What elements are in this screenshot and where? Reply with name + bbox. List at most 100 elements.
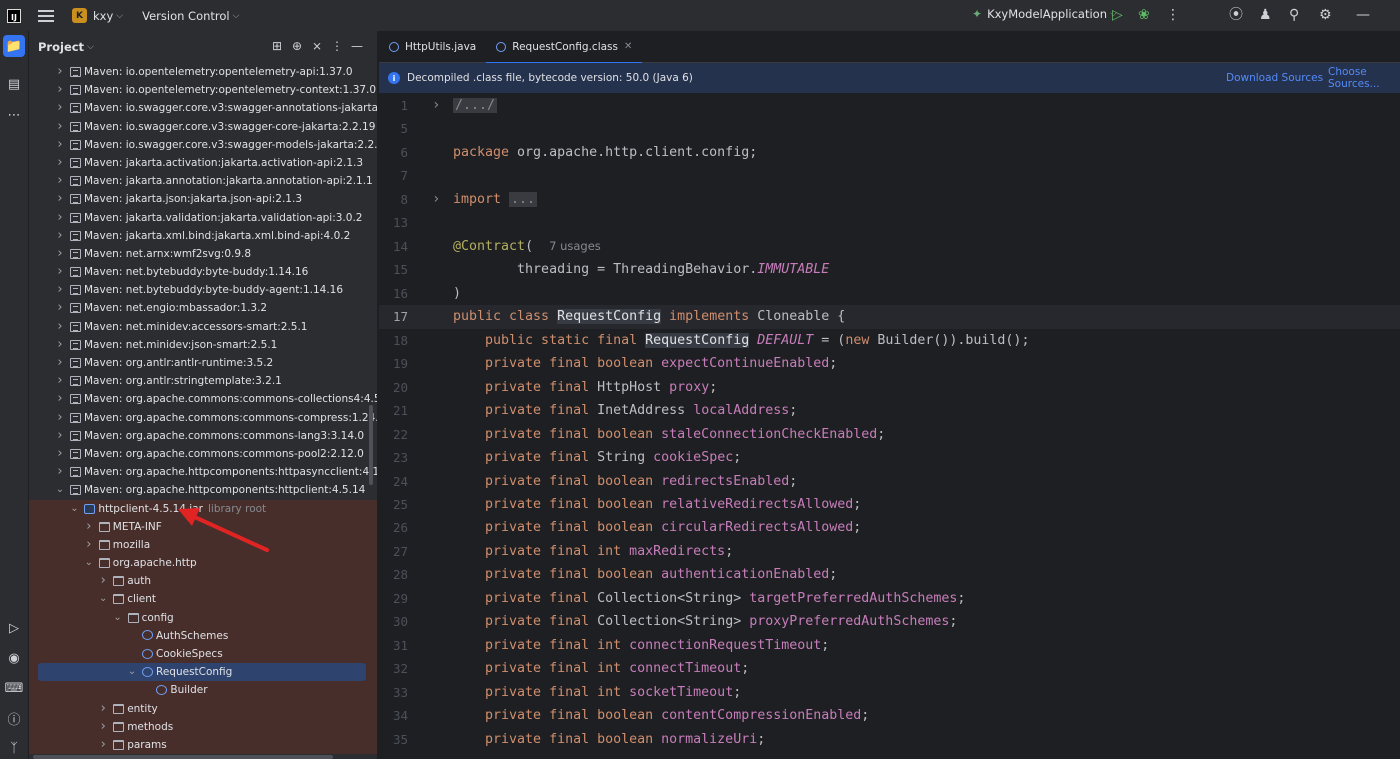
options-icon[interactable]: ⋮	[327, 39, 347, 53]
main-menu-icon[interactable]	[38, 9, 54, 22]
chevron-right-icon[interactable]: ›	[55, 390, 65, 408]
tree-item[interactable]: › methods	[29, 717, 377, 736]
chevron-down-icon[interactable]: ⌵	[87, 42, 94, 52]
chevron-right-icon[interactable]: ›	[55, 445, 65, 463]
version-control-menu[interactable]: Version Control ⌵	[142, 9, 239, 23]
chevron-right-icon[interactable]: ›	[55, 336, 65, 354]
search-icon[interactable]: ⚲	[1289, 7, 1299, 23]
tree-item[interactable]: › Maven: jakarta.validation:jakarta.valid…	[29, 209, 377, 227]
more-actions-icon[interactable]: ⋮	[1166, 7, 1180, 23]
tree-item[interactable]: › Maven: jakarta.json:jakarta.json-api:2.…	[29, 190, 377, 208]
chevron-right-icon[interactable]: ›	[98, 718, 108, 736]
chevron-right-icon[interactable]: ›	[55, 81, 65, 99]
hide-panel-icon[interactable]: —	[347, 39, 367, 53]
tree-item[interactable]: › Maven: jakarta.activation:jakarta.activ…	[29, 154, 377, 172]
chevron-right-icon[interactable]: ›	[55, 209, 65, 227]
download-sources-link[interactable]: Download Sources	[1226, 72, 1323, 84]
chevron-down-icon[interactable]: ⌄	[69, 500, 79, 518]
chevron-right-icon[interactable]: ›	[84, 536, 94, 554]
code-line[interactable]: 27 private final int maxRedirects;	[379, 540, 1400, 563]
code-line[interactable]: 15 threading = ThreadingBehavior.IMMUTAB…	[379, 258, 1400, 281]
tree-item[interactable]: › META-INF	[29, 517, 377, 536]
project-switcher[interactable]: K kxy ⌵	[72, 8, 123, 23]
chevron-right-icon[interactable]: ›	[55, 118, 65, 136]
tree-item[interactable]: › Maven: org.antlr:stringtemplate:3.2.1	[29, 372, 377, 390]
code-line[interactable]: 23 private final String cookieSpec;	[379, 446, 1400, 469]
tree-item[interactable]: ⌄ httpclient-4.5.14.jar library root	[29, 499, 377, 518]
select-opened-file-icon[interactable]: ⊕	[287, 39, 307, 53]
more-tools-icon[interactable]: ⋯	[3, 104, 25, 126]
code-line[interactable]: 28 private final boolean authenticationE…	[379, 563, 1400, 586]
close-icon[interactable]: ✕	[624, 41, 632, 52]
chevron-down-icon[interactable]: ⌄	[84, 554, 94, 572]
tree-item[interactable]: › Maven: net.arnx:wmf2svg:0.9.8	[29, 245, 377, 263]
code-line[interactable]: 19 private final boolean expectContinueE…	[379, 352, 1400, 375]
tree-item[interactable]: › Maven: net.minidev:json-smart:2.5.1	[29, 336, 377, 354]
tree-item[interactable]: › Maven: org.antlr:antlr-runtime:3.5.2	[29, 354, 377, 372]
tree-item[interactable]: › Maven: io.swagger.core.v3:swagger-model…	[29, 136, 377, 154]
code-line[interactable]: 30 private final Collection<String> prox…	[379, 610, 1400, 633]
tree-item[interactable]: › Maven: io.opentelemetry:opentelemetry-a…	[29, 63, 377, 81]
code-line[interactable]: 25 private final boolean relativeRedirec…	[379, 493, 1400, 516]
fold-chevron-icon[interactable]: ›	[432, 188, 440, 211]
chevron-down-icon[interactable]: ⌄	[55, 481, 65, 499]
code-line[interactable]: 31 private final int connectionRequestTi…	[379, 634, 1400, 657]
chevron-right-icon[interactable]: ›	[55, 354, 65, 372]
code-line[interactable]: 17 public class RequestConfig implements …	[379, 305, 1400, 329]
code-line[interactable]: 22 private final boolean staleConnection…	[379, 423, 1400, 446]
fold-chevron-icon[interactable]: ›	[432, 94, 440, 117]
code-line[interactable]: 14 @Contract( 7 usages	[379, 235, 1400, 258]
run-icon[interactable]: ▷	[1112, 7, 1123, 23]
tree-item[interactable]: › Maven: net.engio:mbassador:1.3.2	[29, 299, 377, 317]
code-line[interactable]: 33 private final int socketTimeout;	[379, 681, 1400, 704]
code-line[interactable]: 29 private final Collection<String> targ…	[379, 587, 1400, 610]
account-icon[interactable]: ♟	[1259, 7, 1272, 23]
chevron-right-icon[interactable]: ›	[55, 63, 65, 81]
chevron-right-icon[interactable]: ›	[55, 172, 65, 190]
structure-tool-icon[interactable]: ▤	[3, 73, 25, 95]
tree-item[interactable]: › Maven: io.swagger.core.v3:swagger-annot…	[29, 99, 377, 117]
tree-item[interactable]: ⌄ config	[29, 608, 377, 627]
chevron-right-icon[interactable]: ›	[55, 299, 65, 317]
chevron-right-icon[interactable]: ›	[55, 245, 65, 263]
choose-sources-link[interactable]: Choose Sources...	[1328, 66, 1400, 90]
tree-item[interactable]: › mozilla	[29, 535, 377, 555]
tab-httputils-java[interactable]: HttpUtils.java	[379, 31, 486, 63]
tree-item[interactable]: › Maven: jakarta.annotation:jakarta.annot…	[29, 172, 377, 190]
minimize-window-icon[interactable]: —	[1356, 7, 1370, 23]
ai-assistant-icon[interactable]: ⦿	[1229, 7, 1243, 23]
settings-gear-icon[interactable]: ⚙	[1319, 7, 1332, 23]
chevron-right-icon[interactable]: ›	[55, 281, 65, 299]
chevron-right-icon[interactable]: ›	[55, 154, 65, 172]
tree-item[interactable]: › Maven: org.apache.commons:commons-pool2…	[29, 445, 377, 463]
add-file-icon[interactable]: ⊞	[267, 39, 287, 53]
chevron-right-icon[interactable]: ›	[55, 136, 65, 154]
tree-item[interactable]: › Maven: jakarta.xml.bind:jakarta.xml.bin…	[29, 227, 377, 245]
tree-item[interactable]: Builder	[29, 681, 377, 700]
chevron-down-icon[interactable]: ⌄	[98, 590, 108, 608]
tree-item[interactable]: › Maven: org.apache.commons:commons-colle…	[29, 390, 377, 408]
services-tool-icon[interactable]: ◉	[3, 647, 25, 669]
code-line[interactable]: 18 public static final RequestConfig DEF…	[379, 329, 1400, 352]
usages-hint[interactable]: 7 usages	[549, 239, 601, 253]
horizontal-scrollbar[interactable]	[33, 755, 333, 759]
chevron-right-icon[interactable]: ›	[84, 518, 94, 536]
project-tool-icon[interactable]: 📁	[3, 35, 25, 57]
code-line[interactable]: 32 private final int connectTimeout;	[379, 657, 1400, 680]
code-line[interactable]: 6 package org.apache.http.client.config;	[379, 141, 1400, 164]
terminal-tool-icon[interactable]: ⌨	[3, 677, 25, 699]
chevron-right-icon[interactable]: ›	[55, 463, 65, 481]
tree-item[interactable]: › Maven: net.bytebuddy:byte-buddy-agent:1…	[29, 281, 377, 299]
chevron-down-icon[interactable]: ⌄	[113, 609, 123, 627]
code-line[interactable]: 7	[379, 164, 1400, 187]
chevron-right-icon[interactable]: ›	[98, 700, 108, 718]
chevron-right-icon[interactable]: ›	[55, 427, 65, 445]
folded-region[interactable]: ...	[509, 191, 538, 207]
code-line[interactable]: 35 private final boolean normalizeUri;	[379, 728, 1400, 751]
code-line[interactable]: 20 private final HttpHost proxy;	[379, 376, 1400, 399]
tree-item[interactable]: ⌄ Maven: org.apache.httpcomponents:httpcl…	[29, 481, 377, 499]
code-line[interactable]: 16)	[379, 282, 1400, 305]
chevron-down-icon[interactable]: ⌄	[127, 663, 137, 681]
tree-item[interactable]: › params	[29, 735, 377, 755]
git-tool-icon[interactable]: ᛉ	[3, 737, 25, 759]
